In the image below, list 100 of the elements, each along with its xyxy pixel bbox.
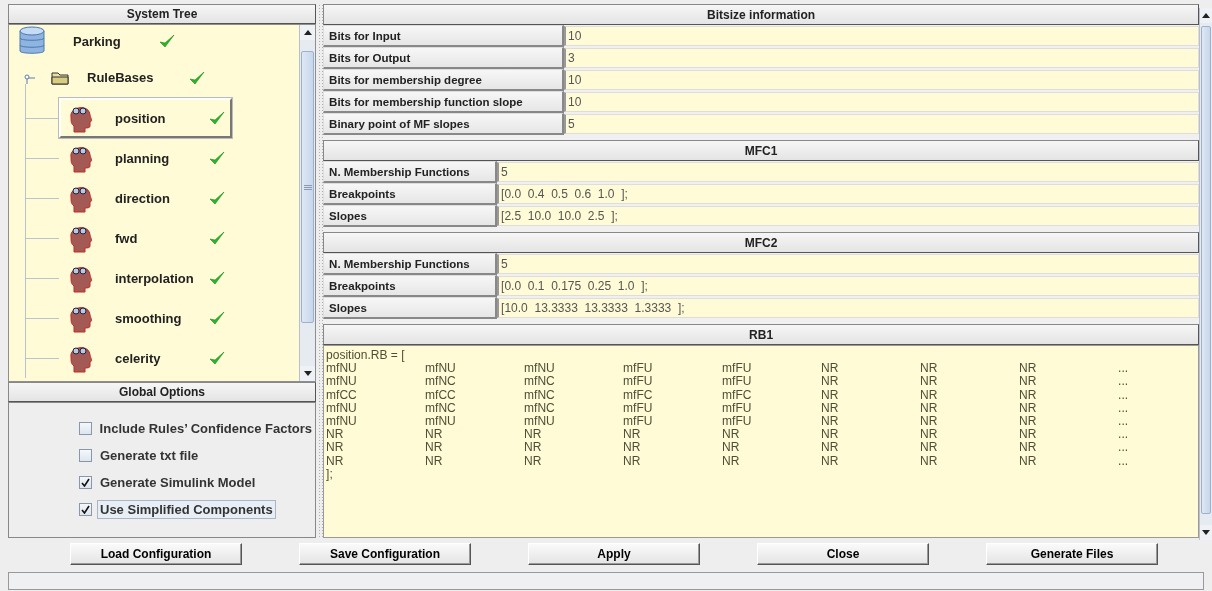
rule-cell: mfNU <box>326 401 357 415</box>
rule-cell: mfNU <box>425 362 456 376</box>
scrollbar-thumb[interactable] <box>301 51 314 323</box>
field-label: Bits for membership function slope <box>323 91 565 113</box>
value-field[interactable]: 10 <box>564 92 1200 112</box>
action-button[interactable]: Load Configuration <box>70 543 242 565</box>
field-label: Breakpoints <box>323 275 498 297</box>
rule-cell: NR <box>1019 388 1037 402</box>
expand-handle-icon[interactable] <box>23 71 35 84</box>
rule-cell: NR <box>920 428 938 442</box>
tree-item[interactable]: direction <box>59 178 232 218</box>
checkbox[interactable] <box>79 476 92 489</box>
action-button[interactable]: Save Configuration <box>299 543 471 565</box>
folder-icon <box>51 70 69 85</box>
tree-item[interactable]: position <box>59 98 232 138</box>
rule-cell: mfFC <box>722 388 752 402</box>
rule-cell: ... <box>1118 441 1129 455</box>
value-field[interactable]: [0.0 0.1 0.175 0.25 1.0 ]; <box>497 276 1200 296</box>
checkbox-label[interactable]: Generate Simulink Model <box>97 473 259 492</box>
rule-cell: NR <box>524 428 542 442</box>
database-icon <box>19 26 45 56</box>
rule-cell: NR <box>722 428 740 442</box>
field-label: N. Membership Functions <box>323 161 498 183</box>
rule-cell: ... <box>1118 401 1129 415</box>
rule-cell: mfFC <box>623 388 653 402</box>
rule-cell: mfNU <box>326 362 357 376</box>
rule-cell: NR <box>920 415 938 429</box>
section-header: RB1 <box>323 324 1200 345</box>
rule-cell: NR <box>920 388 938 402</box>
rule-cell: mfNC <box>524 375 555 389</box>
rule-cell: mfFU <box>623 415 653 429</box>
rule-cell: mfFU <box>722 362 752 376</box>
rule-cell: NR <box>326 428 344 442</box>
tree-item[interactable]: planning <box>59 138 232 178</box>
rule-cell: mfCC <box>425 388 456 402</box>
rule-cell: ... <box>1118 415 1129 429</box>
action-button[interactable]: Apply <box>528 543 700 565</box>
checkbox-label[interactable]: Generate txt file <box>97 446 202 465</box>
tree-item[interactable]: fwd <box>59 218 232 258</box>
rule-cell: NR <box>821 388 839 402</box>
section-header: Bitsize information <box>323 4 1200 25</box>
value-field[interactable]: 3 <box>564 48 1200 68</box>
rule-cell: NR <box>1019 401 1037 415</box>
rule-cell: ... <box>1118 362 1129 376</box>
field-label: Slopes <box>323 297 498 319</box>
checkbox[interactable] <box>79 422 92 435</box>
rule-cell: NR <box>1019 428 1037 442</box>
rule-cell: NR <box>722 454 740 468</box>
rule-cell: NR <box>821 415 839 429</box>
value-field[interactable]: [0.0 0.4 0.5 0.6 1.0 ]; <box>497 184 1200 204</box>
rule-cell: mfNC <box>425 375 456 389</box>
rule-cell: mfFU <box>722 375 752 389</box>
rule-cell: NR <box>623 441 641 455</box>
checkbox[interactable] <box>79 449 92 462</box>
value-field[interactable]: 10 <box>564 70 1200 90</box>
rule-cell: mfNU <box>326 375 357 389</box>
rule-cell: mfNC <box>524 388 555 402</box>
rule-base-footer: ]; <box>326 467 333 482</box>
value-field[interactable]: 5 <box>497 254 1200 274</box>
value-field[interactable]: [10.0 13.3333 13.3333 1.3333 ]; <box>497 298 1200 318</box>
rule-cell: NR <box>821 454 839 468</box>
rule-cell: NR <box>920 401 938 415</box>
tree-item[interactable]: RuleBases <box>13 57 299 98</box>
field-label: Breakpoints <box>323 183 498 205</box>
rule-cell: NR <box>425 428 443 442</box>
rule-cell: NR <box>326 454 344 468</box>
action-button[interactable]: Generate Files <box>986 543 1158 565</box>
rule-cell: mfFU <box>722 401 752 415</box>
tree-item[interactable]: celerity <box>59 338 232 378</box>
rule-cell: NR <box>821 362 839 376</box>
rule-cell: ... <box>1118 375 1129 389</box>
rule-cell: mfNU <box>524 362 555 376</box>
rule-cell: NR <box>920 454 938 468</box>
tree-item[interactable]: Parking <box>13 25 299 57</box>
field-label: N. Membership Functions <box>323 253 498 275</box>
tree-item[interactable]: smoothing <box>59 298 232 338</box>
rule-cell: NR <box>425 454 443 468</box>
action-button[interactable]: Close <box>757 543 929 565</box>
rule-cell: NR <box>920 362 938 376</box>
rule-base-text-area[interactable] <box>323 345 1200 538</box>
rule-cell: NR <box>1019 375 1037 389</box>
value-field[interactable]: 5 <box>497 162 1200 182</box>
rule-cell: NR <box>326 441 344 455</box>
rule-cell: mfNC <box>524 401 555 415</box>
tree-item[interactable]: interpolation <box>59 258 232 298</box>
scrollbar-thumb[interactable] <box>1201 26 1211 514</box>
rule-cell: NR <box>623 454 641 468</box>
rule-base-header: position.RB = [ <box>326 349 405 363</box>
rule-cell: NR <box>821 375 839 389</box>
value-field[interactable]: [2.5 10.0 10.0 2.5 ]; <box>497 206 1200 226</box>
rule-cell: mfNU <box>326 415 357 429</box>
value-field[interactable]: 5 <box>564 114 1200 134</box>
value-field[interactable]: 10 <box>564 26 1200 46</box>
section-header: MFC1 <box>323 140 1200 161</box>
checkbox-label[interactable]: Include Rules’ Confidence Factors <box>96 419 315 438</box>
rule-cell: mfFU <box>722 415 752 429</box>
rule-cell: NR <box>920 441 938 455</box>
checkbox-label[interactable]: Use Simplified Components <box>97 500 276 519</box>
checkbox[interactable] <box>79 503 92 516</box>
rule-cell: mfFU <box>623 362 653 376</box>
